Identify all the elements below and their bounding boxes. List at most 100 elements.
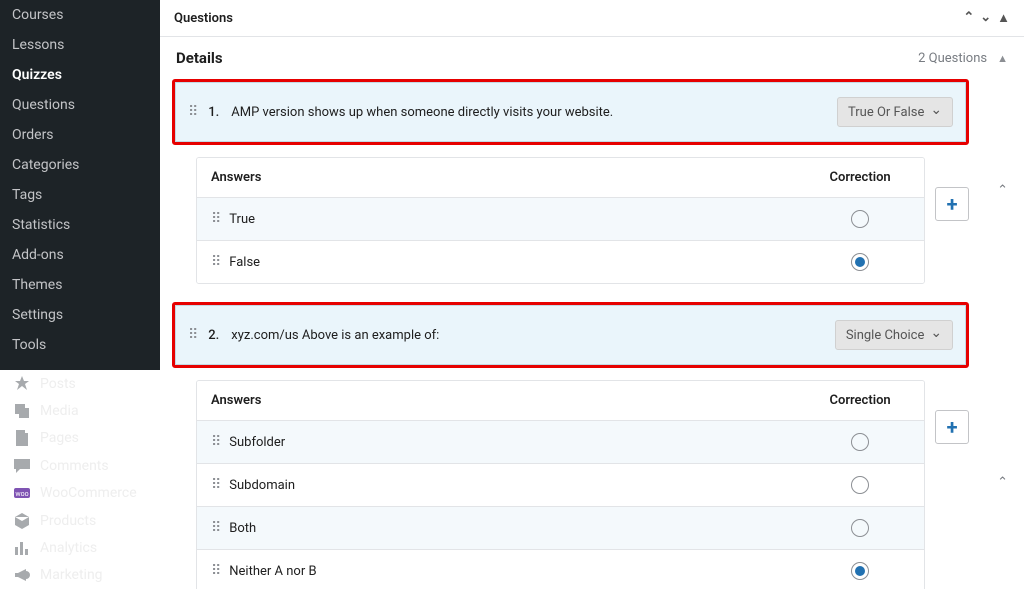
drag-handle-icon[interactable]: ⠿	[188, 108, 196, 116]
answer-text[interactable]: True	[229, 212, 810, 227]
sidebar-label: Marketing	[40, 567, 103, 583]
correction-radio[interactable]	[851, 476, 869, 494]
answer-text[interactable]: Both	[229, 521, 810, 536]
answer-row: ⠿ False	[197, 241, 924, 283]
sort-up-icon[interactable]	[997, 51, 1008, 66]
question-type-select[interactable]: True Or False	[837, 97, 953, 127]
answers-header-label: Answers	[211, 170, 810, 185]
sidebar-label: Comments	[40, 458, 109, 474]
answer-row: ⠿ Subdomain	[197, 464, 924, 507]
woo-icon: woo	[12, 483, 32, 503]
sidebar-item-marketing[interactable]: Marketing	[0, 562, 160, 589]
panel-header: Questions ⌃ ⌄ ▲	[160, 0, 1024, 37]
drag-handle-icon[interactable]: ⠿	[211, 524, 219, 532]
question-block-2: ⠿ 2. xyz.com/us Above is an example of: …	[160, 302, 1024, 589]
sidebar-item-posts[interactable]: Posts	[0, 370, 160, 397]
question-block-1: ⠿ 1. AMP version shows up when someone d…	[160, 79, 1024, 302]
collapse-question-icon[interactable]: ⌃	[981, 475, 1024, 490]
sidebar-item-lessons[interactable]: Lessons	[0, 30, 160, 60]
svg-text:woo: woo	[15, 490, 28, 498]
add-answer-button[interactable]: +	[935, 410, 969, 444]
sidebar-item-quizzes[interactable]: Quizzes	[0, 60, 160, 90]
panel-collapse-down-icon[interactable]: ⌄	[980, 10, 991, 26]
admin-sidebar: Courses Lessons Quizzes Questions Orders…	[0, 0, 160, 589]
correction-radio[interactable]	[851, 253, 869, 271]
sidebar-item-settings[interactable]: Settings	[0, 300, 160, 330]
sidebar-item-analytics[interactable]: Analytics	[0, 534, 160, 561]
pin-icon	[12, 374, 32, 394]
answers-header: Answers Correction	[197, 381, 924, 421]
sidebar-label: WooCommerce	[40, 485, 137, 501]
drag-handle-icon[interactable]: ⠿	[211, 567, 219, 575]
sidebar-item-orders[interactable]: Orders	[0, 120, 160, 150]
drag-handle-icon[interactable]: ⠿	[188, 331, 196, 339]
answers-block-2: Answers Correction ⠿ Subfolder ⠿ Subdoma…	[196, 380, 969, 589]
sidebar-item-themes[interactable]: Themes	[0, 270, 160, 300]
question-count: 2 Questions	[918, 51, 987, 66]
sidebar-item-woocommerce[interactable]: woo WooCommerce	[0, 480, 160, 507]
sidebar-item-media[interactable]: Media	[0, 397, 160, 424]
question-type-label: Single Choice	[846, 328, 925, 343]
sidebar-item-tags[interactable]: Tags	[0, 180, 160, 210]
sidebar-item-comments[interactable]: Comments	[0, 452, 160, 479]
correction-radio[interactable]	[851, 210, 869, 228]
answers-block-1: Answers Correction ⠿ True ⠿ False +	[196, 157, 969, 284]
question-row-1: ⠿ 1. AMP version shows up when someone d…	[172, 79, 969, 145]
add-answer-button[interactable]: +	[935, 187, 969, 221]
answer-text[interactable]: Neither A nor B	[229, 564, 810, 579]
megaphone-icon	[12, 565, 32, 585]
answer-row: ⠿ Subfolder	[197, 421, 924, 464]
sidebar-item-statistics[interactable]: Statistics	[0, 210, 160, 240]
sidebar-label: Posts	[40, 376, 76, 392]
answers-header-label: Answers	[211, 393, 810, 408]
panel-collapse-up-icon[interactable]: ⌃	[963, 10, 974, 26]
sidebar-item-courses[interactable]: Courses	[0, 0, 160, 30]
main-content: Questions ⌃ ⌄ ▲ Details 2 Questions ⠿ 1.…	[160, 0, 1024, 589]
chevron-down-icon	[930, 104, 942, 120]
panel-controls: ⌃ ⌄ ▲	[963, 10, 1010, 26]
answer-row: ⠿ Both	[197, 507, 924, 550]
sidebar-label: Media	[40, 403, 79, 419]
sidebar-item-categories[interactable]: Categories	[0, 150, 160, 180]
answer-row: ⠿ Neither A nor B	[197, 550, 924, 589]
drag-handle-icon[interactable]: ⠿	[211, 258, 219, 266]
question-number: 2.	[208, 328, 219, 343]
sidebar-item-addons[interactable]: Add-ons	[0, 240, 160, 270]
panel-toggle-icon[interactable]: ▲	[997, 10, 1010, 26]
comment-icon	[12, 456, 32, 476]
sidebar-sub-group: Courses Lessons Quizzes Questions Orders…	[0, 0, 160, 360]
sidebar-label: Pages	[40, 430, 79, 446]
sidebar-item-pages[interactable]: Pages	[0, 425, 160, 452]
question-type-select[interactable]: Single Choice	[835, 320, 953, 350]
question-number: 1.	[208, 105, 219, 120]
answer-text[interactable]: Subfolder	[229, 435, 810, 450]
panel-title: Questions	[174, 11, 233, 26]
answer-text[interactable]: False	[229, 255, 810, 270]
correction-header-label: Correction	[810, 170, 910, 185]
collapse-question-icon[interactable]: ⌃	[981, 183, 1024, 198]
chart-icon	[12, 538, 32, 558]
sidebar-item-products[interactable]: Products	[0, 507, 160, 534]
sidebar-item-questions[interactable]: Questions	[0, 90, 160, 120]
sidebar-item-tools[interactable]: Tools	[0, 330, 160, 360]
question-text[interactable]: xyz.com/us Above is an example of:	[231, 328, 823, 343]
answers-table: Answers Correction ⠿ Subfolder ⠿ Subdoma…	[196, 380, 925, 589]
answers-header: Answers Correction	[197, 158, 924, 198]
question-row-2: ⠿ 2. xyz.com/us Above is an example of: …	[172, 302, 969, 368]
details-title: Details	[176, 49, 223, 67]
correction-radio[interactable]	[851, 519, 869, 537]
correction-header-label: Correction	[810, 393, 910, 408]
drag-handle-icon[interactable]: ⠿	[211, 481, 219, 489]
chevron-down-icon	[930, 327, 942, 343]
answers-table: Answers Correction ⠿ True ⠿ False	[196, 157, 925, 284]
answer-row: ⠿ True	[197, 198, 924, 241]
question-text[interactable]: AMP version shows up when someone direct…	[231, 105, 825, 120]
media-icon	[12, 401, 32, 421]
box-icon	[12, 511, 32, 531]
correction-radio[interactable]	[851, 562, 869, 580]
sidebar-label: Products	[40, 513, 96, 529]
drag-handle-icon[interactable]: ⠿	[211, 215, 219, 223]
answer-text[interactable]: Subdomain	[229, 478, 810, 493]
drag-handle-icon[interactable]: ⠿	[211, 438, 219, 446]
correction-radio[interactable]	[851, 433, 869, 451]
